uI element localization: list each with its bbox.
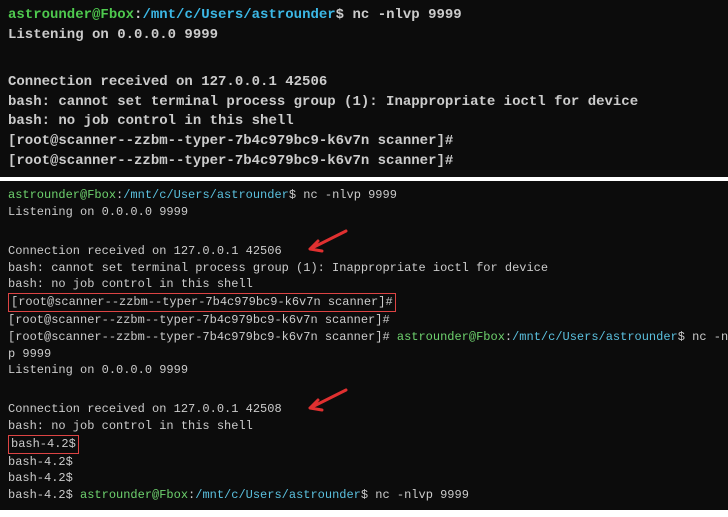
- annotation-arrow-icon: [300, 229, 348, 255]
- terminal-line: Connection received on 127.0.0.1 42506: [8, 243, 720, 260]
- dollar: $: [336, 7, 353, 23]
- prompt-path: /mnt/c/Users/astrounder: [142, 7, 335, 23]
- highlight-box: [root@scanner--zzbm--typer-7b4c979bc9-k6…: [8, 293, 396, 312]
- terminal-line: bash: no job control in this shell: [8, 112, 720, 132]
- terminal-line: Listening on 0.0.0.0 9999: [8, 362, 720, 379]
- dollar: $: [678, 330, 692, 344]
- terminal-line: bash-4.2$: [8, 435, 720, 454]
- annotation-arrow-icon: [300, 388, 348, 414]
- terminal-line: Connection received on 127.0.0.1 42506: [8, 73, 720, 93]
- command: nc -nlvp 9999: [375, 488, 469, 502]
- prompt-user: astrounder@Fbox: [8, 188, 116, 202]
- prompt-user: astrounder@Fbox: [80, 488, 188, 502]
- root-prompt: [root@scanner--zzbm--typer-7b4c979bc9-k6…: [8, 330, 397, 344]
- bash-prompt: bash-4.2$: [8, 488, 80, 502]
- terminal-line: astrounder@Fbox:/mnt/c/Users/astrounder$…: [8, 187, 720, 204]
- terminal-line: bash-4.2$: [8, 454, 720, 471]
- highlight-box: bash-4.2$: [8, 435, 79, 454]
- spacer: [8, 393, 720, 401]
- terminal-line: bash: cannot set terminal process group …: [8, 260, 720, 277]
- terminal-bottom: astrounder@Fbox:/mnt/c/Users/astrounder$…: [0, 177, 728, 510]
- terminal-line: [root@scanner--zzbm--typer-7b4c979bc9-k6…: [8, 152, 720, 172]
- prompt-path: /mnt/c/Users/astrounder: [512, 330, 678, 344]
- terminal-line: bash: no job control in this shell: [8, 418, 720, 435]
- prompt-user: astrounder@Fbox: [8, 7, 134, 23]
- terminal-line: bash-4.2$: [8, 470, 720, 487]
- spacer: [8, 221, 720, 235]
- terminal-line: bash-4.2$ astrounder@Fbox:/mnt/c/Users/a…: [8, 487, 720, 504]
- terminal-line: bash: no job control in this shell: [8, 276, 720, 293]
- terminal-line: bash: cannot set terminal process group …: [8, 93, 720, 113]
- spacer: [8, 45, 720, 59]
- prompt-path: /mnt/c/Users/astrounder: [123, 188, 289, 202]
- terminal-line: [root@scanner--zzbm--typer-7b4c979bc9-k6…: [8, 329, 720, 346]
- spacer: [8, 59, 720, 73]
- command-part: nc -nlv: [692, 330, 728, 344]
- terminal-line: p 9999: [8, 346, 720, 363]
- command: nc -nlvp 9999: [303, 188, 397, 202]
- spacer: [8, 235, 720, 243]
- prompt-path: /mnt/c/Users/astrounder: [195, 488, 361, 502]
- terminal-line: Listening on 0.0.0.0 9999: [8, 204, 720, 221]
- terminal-top: astrounder@Fbox:/mnt/c/Users/astrounder$…: [0, 0, 728, 177]
- command: nc -nlvp 9999: [352, 7, 461, 23]
- terminal-line: [root@scanner--zzbm--typer-7b4c979bc9-k6…: [8, 312, 720, 329]
- terminal-line: Connection received on 127.0.0.1 42508: [8, 401, 720, 418]
- spacer: [8, 379, 720, 393]
- terminal-line: [root@scanner--zzbm--typer-7b4c979bc9-k6…: [8, 132, 720, 152]
- terminal-line: [root@scanner--zzbm--typer-7b4c979bc9-k6…: [8, 293, 720, 312]
- dollar: $: [289, 188, 303, 202]
- terminal-line: Listening on 0.0.0.0 9999: [8, 26, 720, 46]
- prompt-user: astrounder@Fbox: [397, 330, 505, 344]
- terminal-line: astrounder@Fbox:/mnt/c/Users/astrounder$…: [8, 6, 720, 26]
- dollar: $: [361, 488, 375, 502]
